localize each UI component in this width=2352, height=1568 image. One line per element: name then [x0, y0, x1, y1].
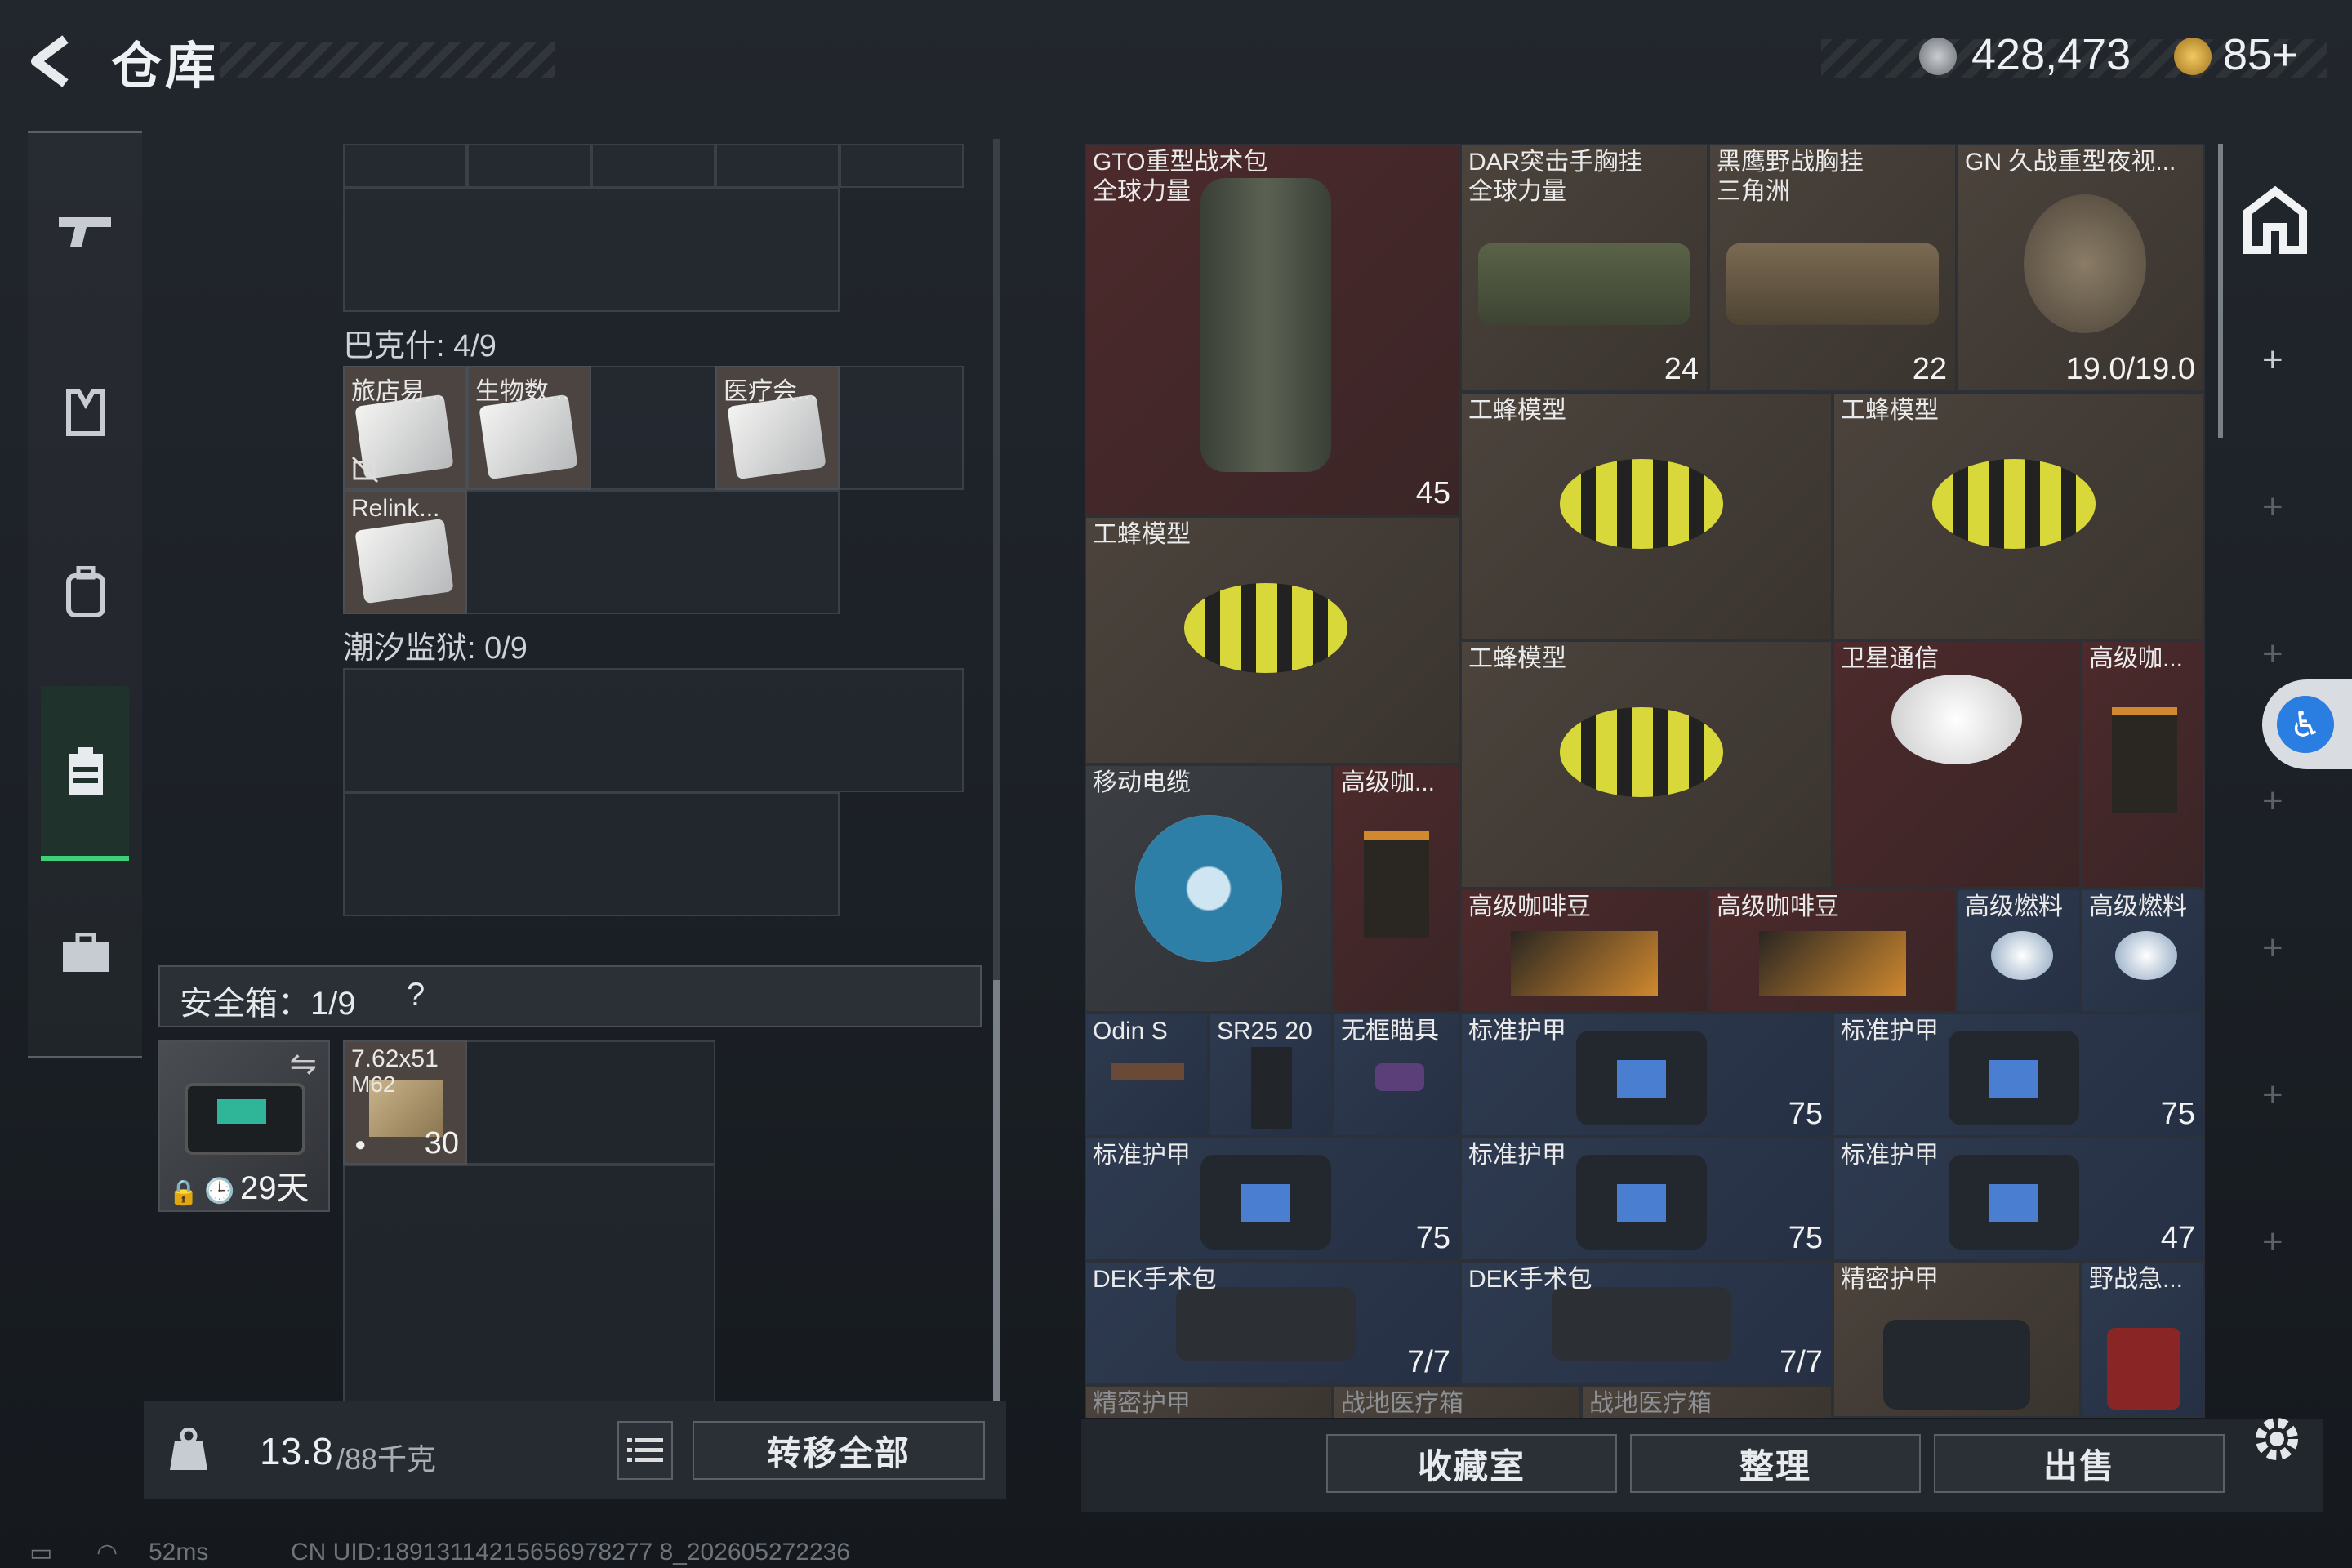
- coin-icon: [1919, 38, 1957, 75]
- add-slot-icon[interactable]: +: [2262, 487, 2283, 528]
- weight-max: /88千克: [336, 1442, 437, 1476]
- home-base-icon[interactable]: [2239, 185, 2311, 256]
- gun-icon[interactable]: [49, 194, 122, 268]
- safe-box-item[interactable]: ⇋ 🔒 🕒 29天: [158, 1040, 330, 1212]
- weight-icon: [168, 1427, 209, 1472]
- add-slot-icon[interactable]: +: [2262, 1222, 2283, 1263]
- add-slot-icon[interactable]: +: [2262, 928, 2283, 969]
- accessibility-tab[interactable]: ♿: [2262, 679, 2352, 769]
- transfer-all-button[interactable]: 转移全部: [693, 1421, 985, 1480]
- no-extract-icon: [351, 456, 379, 483]
- item-bee-model[interactable]: 工蜂模型: [1460, 392, 1833, 640]
- add-slot-icon[interactable]: +: [2262, 1075, 2283, 1116]
- battery-icon: ▭: [29, 1539, 53, 1566]
- inventory-panel: GTO重型战术包 全球力量 45 DAR突击手胸挂 全球力量 24 黑鹰野战胸挂…: [1085, 144, 2205, 1418]
- item-bee-model[interactable]: 工蜂模型: [1833, 392, 2205, 640]
- item-bee-model[interactable]: 工蜂模型: [1085, 516, 1460, 764]
- item-satellite-comm[interactable]: 卫星通信: [1833, 640, 2081, 889]
- item-field-med-box[interactable]: 战地医疗箱: [1581, 1385, 1833, 1418]
- grid-row[interactable]: [343, 668, 964, 792]
- item-standard-armor[interactable]: 标准护甲 75: [1460, 1137, 1833, 1261]
- help-icon[interactable]: ?: [407, 977, 425, 1013]
- sell-button[interactable]: 出售: [1934, 1434, 2225, 1493]
- back-arrow-icon[interactable]: [24, 33, 82, 90]
- item-precision-armor[interactable]: 精密护甲: [1833, 1261, 2081, 1418]
- swap-icon[interactable]: ⇋: [289, 1045, 317, 1083]
- item-field-med-box[interactable]: 战地医疗箱: [1333, 1385, 1581, 1418]
- page-title: 仓库: [111, 38, 220, 95]
- grid-cell[interactable]: [715, 144, 840, 188]
- item-standard-armor[interactable]: 标准护甲 75: [1460, 1013, 1833, 1137]
- ammo-item[interactable]: 7.62x51 M62 ● 30: [343, 1040, 467, 1165]
- safe-box-header[interactable]: 安全箱：1/9 ?: [158, 965, 982, 1027]
- item-mobile-cable[interactable]: 移动电缆: [1085, 764, 1333, 1013]
- list-view-button[interactable]: [617, 1421, 673, 1480]
- item-sr25-mag[interactable]: SR25 20: [1209, 1013, 1333, 1137]
- item-bee-model[interactable]: 工蜂模型: [1460, 640, 1833, 889]
- ping-text: 52ms: [149, 1539, 209, 1566]
- item-odin-s[interactable]: Odin S: [1085, 1013, 1209, 1137]
- container-icon[interactable]: [49, 735, 122, 808]
- storage-item[interactable]: 医疗会...: [715, 366, 840, 490]
- item-coffee-beans[interactable]: 高级咖啡豆: [1708, 889, 1957, 1013]
- item-standard-armor[interactable]: 标准护甲 75: [1085, 1137, 1460, 1261]
- wifi-icon: ◠: [96, 1539, 118, 1566]
- currency-secondary[interactable]: 85+: [2223, 29, 2298, 80]
- item-premium-coffee[interactable]: 高级咖...: [2081, 640, 2205, 889]
- add-slot-icon[interactable]: +: [2262, 340, 2283, 381]
- item-field-first-aid[interactable]: 野战急...: [2081, 1261, 2205, 1418]
- section-label-bakesh: 巴克什: 4/9: [343, 329, 497, 363]
- item-premium-fuel[interactable]: 高级燃料: [2081, 889, 2205, 1013]
- top-bar: 仓库 428,473 85+: [0, 0, 2352, 122]
- item-coffee-beans[interactable]: 高级咖啡豆: [1460, 889, 1708, 1013]
- weight-bar: 13.8 /88千克 转移全部: [144, 1401, 1006, 1499]
- safe-box-timer: 29天: [240, 1170, 310, 1206]
- storage-item[interactable]: 旅店易...: [343, 366, 467, 490]
- item-gn-night-vision[interactable]: GN 久战重型夜视... 19.0/19.0: [1957, 144, 2205, 392]
- gold-coin-icon: [2174, 38, 2212, 75]
- sort-button[interactable]: 整理: [1630, 1434, 1921, 1493]
- item-dek-surgery-kit[interactable]: DEK手术包 7/7: [1460, 1261, 1833, 1385]
- item-precision-armor[interactable]: 精密护甲: [1085, 1385, 1333, 1418]
- item-dar-chest-rig[interactable]: DAR突击手胸挂 全球力量 24: [1460, 144, 1708, 392]
- lock-icon: 🔒: [168, 1179, 199, 1206]
- section-label-tide-prison: 潮汐监狱: 0/9: [343, 631, 528, 666]
- collection-room-button[interactable]: 收藏室: [1326, 1434, 1617, 1493]
- item-dek-surgery-kit[interactable]: DEK手术包 7/7: [1085, 1261, 1460, 1385]
- uid-text: CN UID:18913114215656978277 8_2026052722…: [291, 1539, 851, 1566]
- item-standard-armor[interactable]: 标准护甲 75: [1833, 1013, 2205, 1137]
- currency-primary: 428,473: [1971, 30, 2132, 79]
- briefcase-icon[interactable]: [49, 916, 122, 990]
- vest-icon[interactable]: [49, 376, 122, 449]
- item-standard-armor[interactable]: 标准护甲 47: [1833, 1137, 2205, 1261]
- title-stripe: [220, 42, 555, 78]
- storage-item[interactable]: Relink...: [343, 490, 467, 614]
- clock-icon: 🕒: [204, 1178, 235, 1205]
- panel-scrollbar-thumb[interactable]: [2218, 144, 2223, 438]
- grid-cell[interactable]: [591, 144, 715, 188]
- grid-cell[interactable]: [343, 144, 467, 188]
- gear-icon[interactable]: [2249, 1411, 2305, 1467]
- add-slot-icon[interactable]: +: [2262, 634, 2283, 675]
- add-slot-icon[interactable]: +: [2262, 781, 2283, 822]
- grid-row[interactable]: [343, 792, 840, 916]
- grid-block[interactable]: [343, 1165, 715, 1413]
- grid-cell[interactable]: [840, 144, 964, 188]
- safe-box-label: 安全箱：1/9: [180, 986, 356, 1022]
- storage-item[interactable]: 生物数...: [467, 366, 591, 490]
- item-gto-backpack[interactable]: GTO重型战术包 全球力量 45: [1085, 144, 1460, 516]
- item-premium-coffee[interactable]: 高级咖...: [1333, 764, 1460, 1013]
- item-blackhawk-chest-rig[interactable]: 黑鹰野战胸挂 三角洲 22: [1708, 144, 1957, 392]
- ammo-dot-icon: ●: [354, 1134, 367, 1156]
- weight-current: 13.8: [260, 1430, 333, 1472]
- item-premium-fuel[interactable]: 高级燃料: [1957, 889, 2081, 1013]
- grid-cell[interactable]: [467, 144, 591, 188]
- storage-scrollbar-thumb[interactable]: [993, 980, 1000, 1421]
- grid-cell-block[interactable]: [343, 188, 840, 312]
- item-frameless-sight[interactable]: 无框瞄具: [1333, 1013, 1460, 1137]
- backpack-icon[interactable]: [49, 555, 122, 629]
- accessibility-icon[interactable]: ♿: [2277, 696, 2334, 753]
- ammo-count: 30: [424, 1126, 459, 1160]
